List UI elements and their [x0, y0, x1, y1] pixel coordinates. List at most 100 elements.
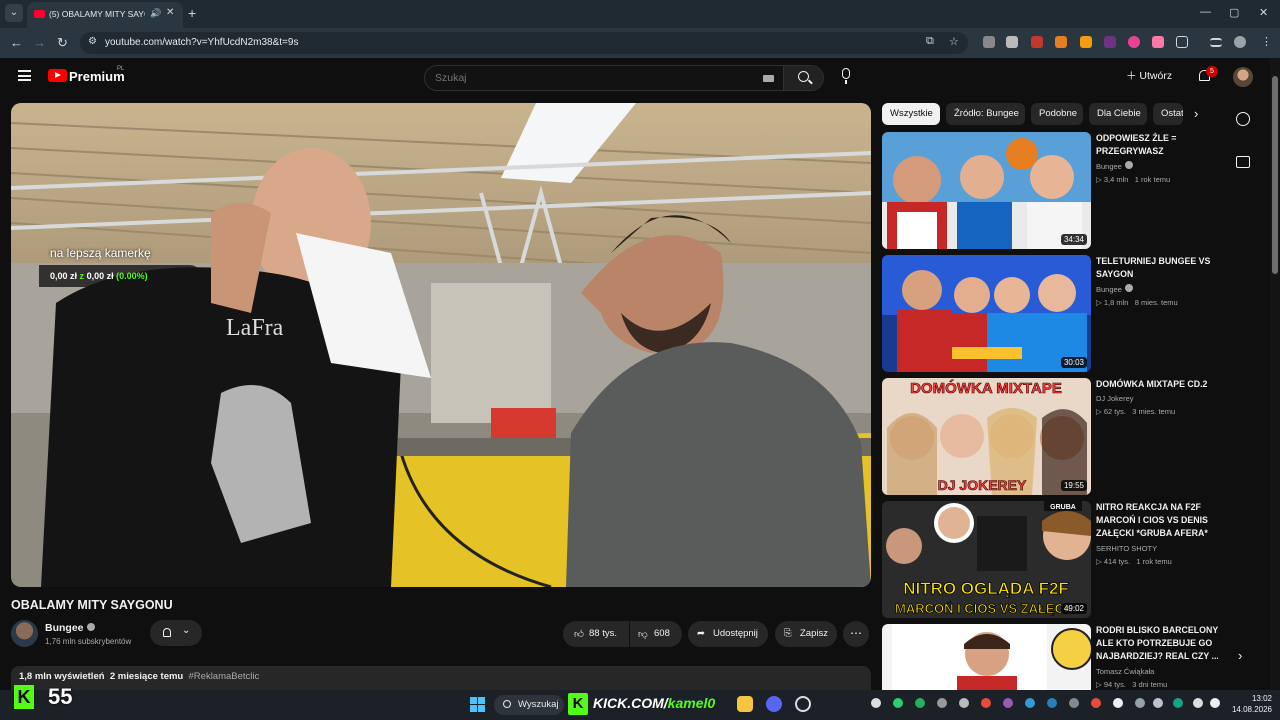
tray-icon[interactable]: [915, 698, 925, 708]
tray-icon[interactable]: [937, 698, 947, 708]
extension-icon[interactable]: [1152, 36, 1164, 48]
display-icon[interactable]: [1193, 698, 1203, 708]
bookmark-star-icon[interactable]: ☆: [949, 35, 959, 48]
recommendation-title[interactable]: DOMÓWKA MIXTAPE CD.2: [1096, 378, 1220, 391]
reading-list-icon[interactable]: [1210, 38, 1222, 47]
tray-icon[interactable]: [1025, 698, 1035, 708]
menu-icon[interactable]: [18, 70, 31, 81]
extension-icon[interactable]: [1031, 36, 1043, 48]
recommendation-title[interactable]: NITRO REAKCJA NA F2F MARCOŃ I CIOS VS DE…: [1096, 501, 1220, 540]
browser-menu-icon[interactable]: ⋮: [1261, 36, 1273, 48]
thumbnail[interactable]: GRUBA NITRO OGLĄDA F2F MARCOŃ I CIOS VS …: [882, 501, 1091, 618]
volume-icon[interactable]: [1210, 698, 1220, 708]
clock[interactable]: 13:02 14.08.2026: [1228, 693, 1272, 715]
new-tab-button[interactable]: +: [188, 5, 196, 21]
recommendation-channel[interactable]: Bungee: [1096, 284, 1133, 294]
recommendation-item[interactable]: 30:03 TELETURNIEJ BUNGEE VS SAYGON Bunge…: [882, 255, 1218, 373]
search-input[interactable]: [435, 72, 755, 84]
recommendation-title[interactable]: TELETURNIEJ BUNGEE VS SAYGON: [1096, 255, 1220, 281]
install-app-icon[interactable]: ⧉: [926, 35, 934, 48]
extension-icon[interactable]: [1080, 36, 1092, 48]
recommendation-title[interactable]: RODRI BLISKO BARCELONY, ALE KTO POTRZEBU…: [1096, 624, 1218, 663]
chip-source-bungee[interactable]: Źródło: Bungee: [946, 103, 1025, 125]
share-button[interactable]: ➦ Udostępnij: [688, 621, 768, 647]
save-button[interactable]: ⎘ Zapisz: [775, 621, 837, 647]
extension-icon[interactable]: [983, 36, 995, 48]
tab-close-icon[interactable]: ✕: [166, 7, 174, 18]
recommendation-channel[interactable]: Tomasz Ćwiąkała: [1096, 667, 1154, 676]
thumbnail[interactable]: 30:03: [882, 255, 1091, 372]
audio-icon[interactable]: 🔊: [150, 8, 161, 19]
recommendation-channel[interactable]: DJ Jokerey: [1096, 394, 1134, 403]
tray-icon[interactable]: [1135, 698, 1145, 708]
tray-icon[interactable]: [1113, 698, 1123, 708]
tray-icon[interactable]: [981, 698, 991, 708]
extensions-puzzle-icon[interactable]: [1176, 36, 1188, 48]
recommendation-item[interactable]: DOMÓWKA MIXTAPE DJ JOKEREY 19:55 DOMÓWKA…: [882, 378, 1218, 496]
recommendation-item[interactable]: RODRI BLISKO BARCELONY, ALE KTO POTRZEBU…: [882, 624, 1218, 690]
video-player[interactable]: LaFra na lepszą kamerkę 0,00 zł z 0,00 z…: [11, 103, 871, 587]
chip-all[interactable]: Wszystkie: [882, 103, 940, 125]
profile-icon[interactable]: [1234, 36, 1246, 48]
microphone-icon[interactable]: [842, 68, 850, 84]
taskbar-search[interactable]: Wyszukaj: [494, 695, 564, 715]
url-text[interactable]: youtube.com/watch?v=YhfUcdN2m38&t=9s: [105, 37, 298, 48]
chevron-right-icon[interactable]: ›: [1238, 648, 1242, 663]
close-window-button[interactable]: ✕: [1259, 6, 1268, 19]
recommendation-title[interactable]: ODPOWIESZ ŹLE = PRZEGRYWASZ: [1096, 132, 1220, 158]
discord-icon[interactable]: [766, 696, 782, 712]
account-avatar[interactable]: [1233, 67, 1253, 87]
info-icon[interactable]: [1236, 112, 1250, 126]
tray-icon[interactable]: [893, 698, 903, 708]
description-box[interactable]: 1,8 mln wyświetleń 2 miesiące temu #Rekl…: [11, 666, 871, 690]
windows-start-icon[interactable]: [470, 697, 485, 712]
network-icon[interactable]: [1153, 698, 1163, 708]
chrome-icon[interactable]: [795, 696, 811, 712]
channel-name[interactable]: Bungee: [45, 622, 95, 634]
channel-avatar[interactable]: [11, 620, 38, 647]
recommendation-channel[interactable]: SERHITO SHOTY: [1096, 544, 1157, 553]
subscription-button[interactable]: ⌄: [150, 620, 202, 646]
tab-search-button[interactable]: ⌄: [5, 4, 23, 22]
tray-icon[interactable]: [1047, 698, 1057, 708]
thumbnail[interactable]: [882, 624, 1091, 690]
more-actions-button[interactable]: ⋯: [843, 621, 869, 647]
extension-icon[interactable]: [1128, 36, 1140, 48]
extension-icon[interactable]: [1006, 36, 1018, 48]
maximize-button[interactable]: ▢: [1229, 6, 1239, 19]
chevron-right-icon[interactable]: ›: [1194, 106, 1198, 121]
chip-for-you[interactable]: Dla Ciebie: [1089, 103, 1147, 125]
back-icon[interactable]: ←: [10, 35, 23, 50]
chip-recent[interactable]: Ostatnio przesłane: [1153, 103, 1183, 125]
tray-icon[interactable]: [959, 698, 969, 708]
address-bar[interactable]: ⚙ youtube.com/watch?v=YhfUcdN2m38&t=9s ⧉…: [80, 32, 968, 54]
youtube-logo-icon[interactable]: [48, 69, 67, 82]
page-scrollbar[interactable]: [1270, 58, 1280, 690]
scrollbar-thumb[interactable]: [1272, 76, 1278, 274]
tray-icon[interactable]: [1003, 698, 1013, 708]
tray-icon[interactable]: [1069, 698, 1079, 708]
reload-icon[interactable]: ↻: [57, 35, 68, 51]
extension-icon[interactable]: [1055, 36, 1067, 48]
keyboard-icon[interactable]: [763, 75, 774, 82]
forward-icon[interactable]: →: [33, 35, 46, 50]
recommendation-item[interactable]: GRUBA NITRO OGLĄDA F2F MARCOŃ I CIOS VS …: [882, 501, 1218, 619]
minimize-button[interactable]: —: [1200, 6, 1211, 18]
extension-icon[interactable]: [1104, 36, 1116, 48]
chip-similar[interactable]: Podobne: [1031, 103, 1083, 125]
thumbnail[interactable]: 34:34: [882, 132, 1091, 249]
recommendation-channel[interactable]: Bungee: [1096, 161, 1133, 171]
like-button[interactable]: 👍︎ 88 tys.: [563, 621, 629, 647]
recommendation-item[interactable]: 34:34 ODPOWIESZ ŹLE = PRZEGRYWASZ Bungee…: [882, 132, 1218, 250]
microphone-icon[interactable]: [1173, 698, 1183, 708]
create-button[interactable]: ＋ Utwórz: [1126, 68, 1172, 83]
search-button[interactable]: [783, 66, 823, 90]
chat-icon[interactable]: [1236, 156, 1250, 168]
browser-tab[interactable]: (5) OBALAMY MITY SAYGONU - YouTube 🔊 ✕: [27, 2, 183, 28]
site-info-icon[interactable]: ⚙: [88, 36, 97, 47]
tray-icon[interactable]: [871, 698, 881, 708]
thumbnail[interactable]: DOMÓWKA MIXTAPE DJ JOKEREY 19:55: [882, 378, 1091, 495]
tray-icon[interactable]: [1091, 698, 1101, 708]
dislike-button[interactable]: 👎︎ 608: [630, 621, 682, 647]
file-explorer-icon[interactable]: [737, 696, 753, 712]
